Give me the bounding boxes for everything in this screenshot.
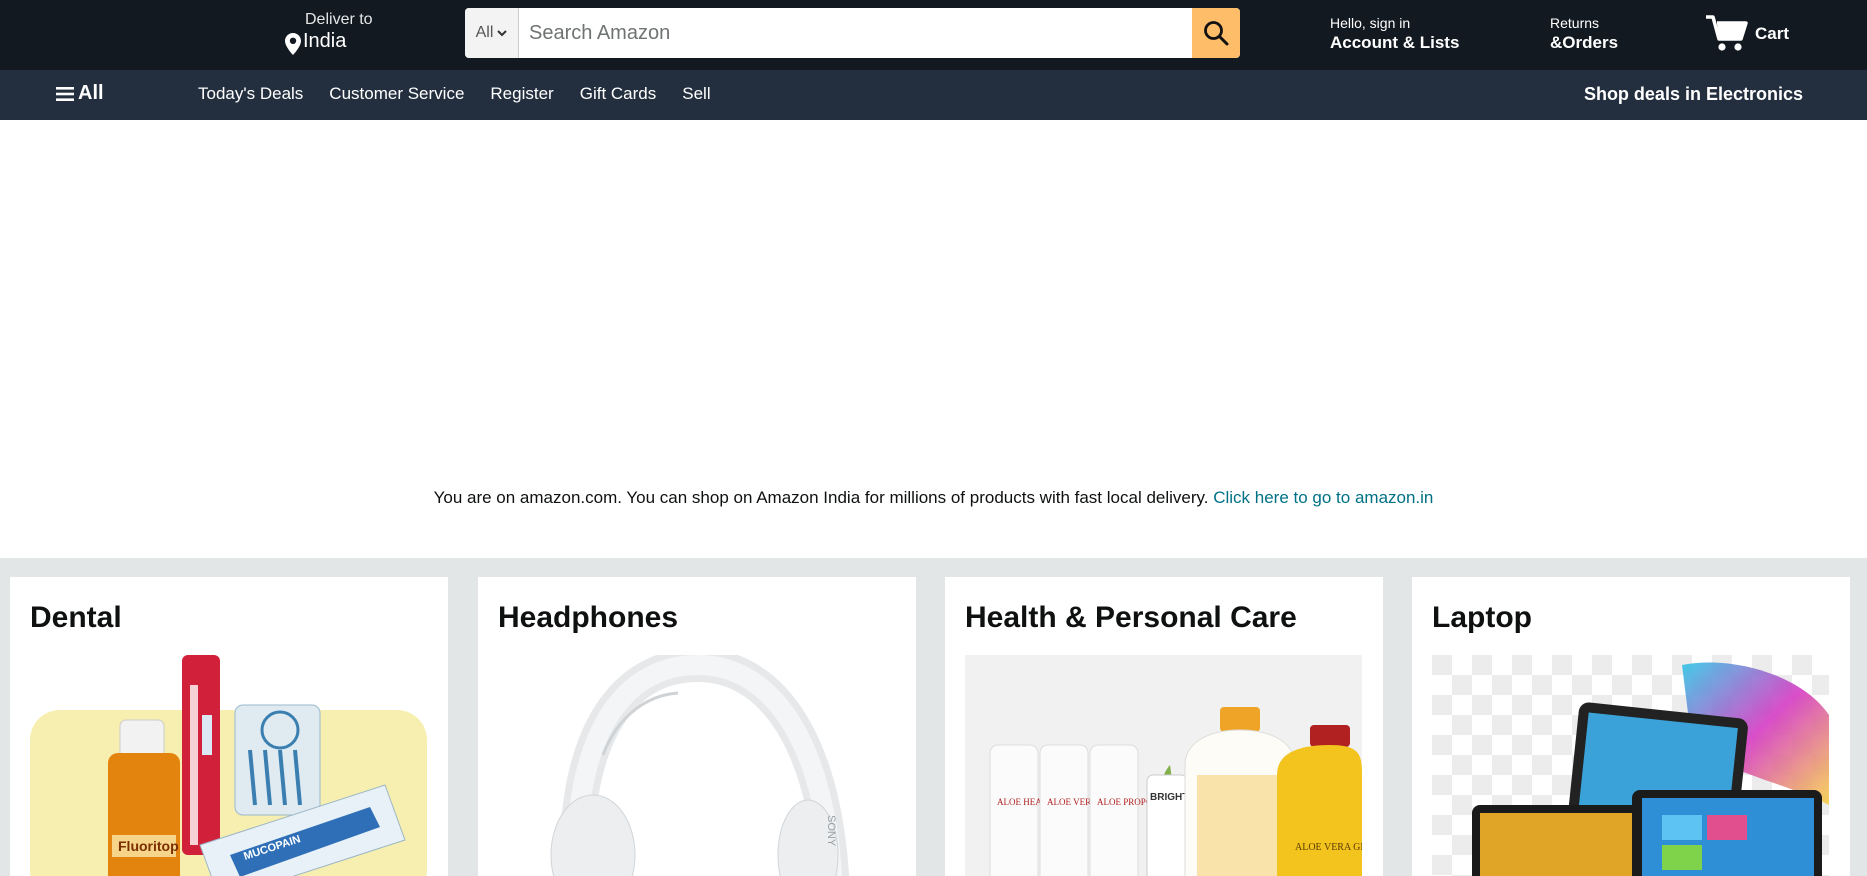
chevron-down-icon [497,29,508,36]
amazon-in-link[interactable]: Click here to go to amazon.in [1213,488,1433,507]
nav-link-sell[interactable]: Sell [682,84,710,104]
cart-icon [1706,14,1748,51]
search-category-select[interactable]: All [465,8,519,58]
region-notice: You are on amazon.com. You can shop on A… [0,488,1867,508]
orders-label: &Orders [1550,33,1619,52]
fluoritop-label: Fluoritop [118,838,179,854]
search-icon [1204,21,1229,46]
laptop-image[interactable] [1432,655,1829,876]
deliver-location: India [303,30,347,52]
card-title: Laptop [1432,601,1532,634]
hamburger-menu-icon [56,86,74,101]
sony-label: SONY [825,815,837,847]
bright-label: BRIGHT [1150,792,1188,803]
category-card-dental[interactable]: Dental Fluoritop MUCOPAIN [10,577,448,876]
nav-links: Today's Deals Customer Service Register … [198,84,711,104]
nav-link-todays-deals[interactable]: Today's Deals [198,84,303,104]
nav-promo-electronics[interactable]: Shop deals in Electronics [1584,84,1803,105]
all-menu-label: All [78,82,104,104]
location-pin-icon [285,33,301,55]
dental-products-image[interactable]: Fluoritop MUCOPAIN [30,655,427,876]
category-card-health-personal-care[interactable]: Health & Personal Care ALOE HEAT LOTION … [945,577,1383,876]
account-greeting: Hello, sign in [1330,15,1411,31]
category-card-headphones[interactable]: Headphones SONY [478,577,916,876]
search-input[interactable] [519,8,1192,58]
health-products-image[interactable]: ALOE HEAT LOTION ALOE VERA GELLY ALOE PR… [965,655,1362,876]
account-label: Account & Lists [1330,33,1460,52]
nav-link-register[interactable]: Register [490,84,553,104]
cart-button[interactable]: Cart [1705,10,1805,55]
card-title: Headphones [498,601,679,634]
search-button[interactable] [1192,8,1240,58]
nav-link-customer-service[interactable]: Customer Service [329,84,464,104]
region-notice-text: You are on amazon.com. You can shop on A… [433,488,1209,507]
returns-and-orders[interactable]: Returns &Orders [1550,15,1640,55]
search-category-label: All [475,24,494,41]
card-title: Dental [30,601,122,634]
returns-label: Returns [1550,15,1600,31]
nav-link-gift-cards[interactable]: Gift Cards [580,84,657,104]
deliver-to-label: Deliver to [305,11,373,28]
top-header: Deliver to India All Hello, sign in Acco… [0,0,1867,70]
card-title: Health & Personal Care [965,601,1297,634]
all-menu-button[interactable]: All [56,82,104,105]
category-card-laptop[interactable]: Laptop [1412,577,1850,876]
cart-label: Cart [1755,23,1790,43]
aloe-vera-gel-label: ALOE VERA GEL [1295,842,1362,853]
account-and-lists[interactable]: Hello, sign in Account & Lists [1330,15,1490,55]
search-bar: All [465,8,1240,58]
nav-bar: All Today's Deals Customer Service Regis… [0,70,1867,120]
deliver-to-location[interactable]: Deliver to India [285,10,415,60]
headphones-image[interactable]: SONY [498,655,895,876]
